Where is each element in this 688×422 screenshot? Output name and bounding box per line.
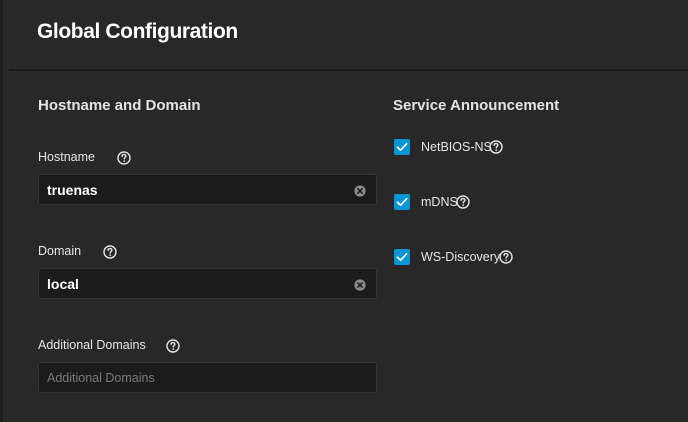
panel-header: Global Configuration xyxy=(3,0,688,69)
netbios-ns-checkbox[interactable] xyxy=(394,139,410,155)
additional-domains-placeholder: Additional Domains xyxy=(47,371,155,385)
hostname-label: Hostname xyxy=(38,150,95,164)
section-title-hostname-domain: Hostname and Domain xyxy=(38,97,201,114)
help-icon[interactable] xyxy=(456,195,470,209)
ws-discovery-label: WS-Discovery xyxy=(421,250,501,264)
domain-value: local xyxy=(47,276,79,292)
ws-discovery-checkbox[interactable] xyxy=(394,249,410,265)
section-title-service-announcement: Service Announcement xyxy=(393,97,560,114)
domain-label: Domain xyxy=(38,244,82,258)
help-icon[interactable] xyxy=(103,245,117,259)
check-icon xyxy=(396,252,408,262)
check-icon xyxy=(396,142,408,152)
header-divider xyxy=(9,69,688,71)
help-icon[interactable] xyxy=(117,151,131,165)
hostname-value: truenas xyxy=(47,182,98,198)
check-icon xyxy=(396,197,408,207)
clear-icon[interactable] xyxy=(354,279,366,291)
help-icon[interactable] xyxy=(489,140,503,154)
help-icon[interactable] xyxy=(499,250,513,264)
mdns-label: mDNS xyxy=(421,195,458,209)
domain-input[interactable]: local xyxy=(38,268,377,299)
clear-icon[interactable] xyxy=(354,185,366,197)
app-frame: Global Configuration Hostname and Domain… xyxy=(0,0,688,422)
hostname-input[interactable]: truenas xyxy=(38,174,377,205)
global-configuration-panel: Global Configuration Hostname and Domain… xyxy=(3,0,688,422)
mdns-checkbox[interactable] xyxy=(394,194,410,210)
additional-domains-label: Additional Domains xyxy=(38,338,146,352)
netbios-ns-label: NetBIOS-NS xyxy=(421,140,492,154)
help-icon[interactable] xyxy=(166,339,180,353)
page-title: Global Configuration xyxy=(37,20,238,43)
additional-domains-input[interactable]: Additional Domains xyxy=(38,362,377,393)
